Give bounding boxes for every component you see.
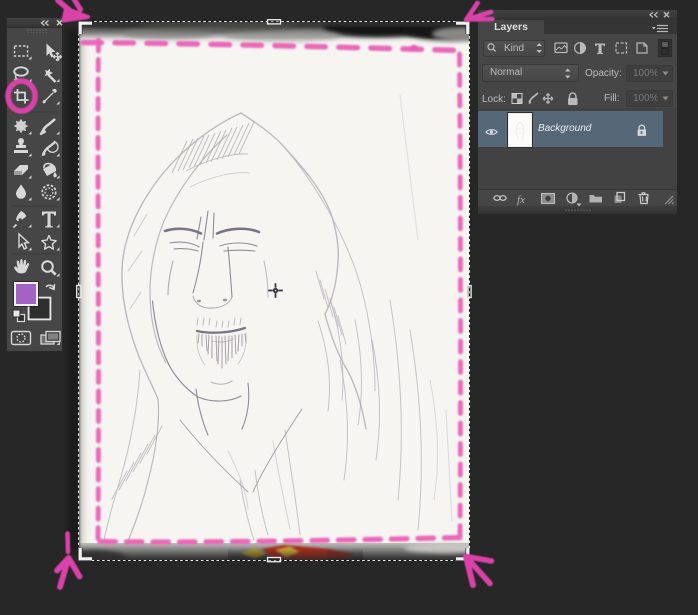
svg-text:fx: fx [517, 194, 525, 206]
